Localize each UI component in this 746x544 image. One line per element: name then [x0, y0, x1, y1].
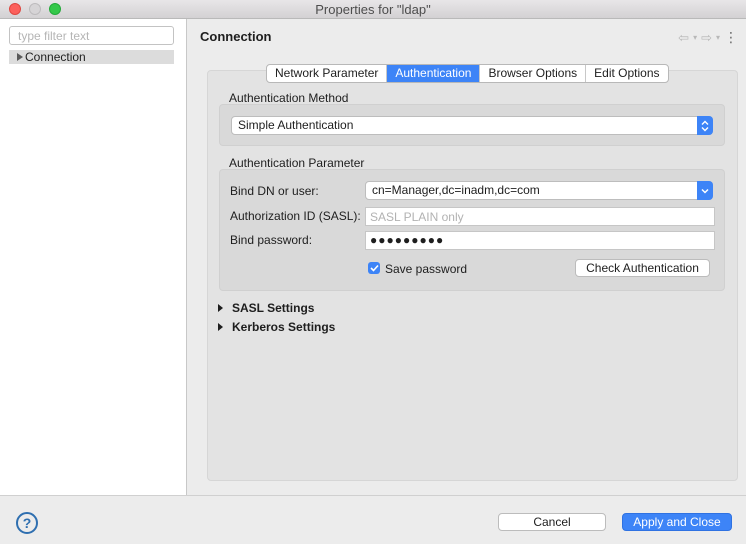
forward-arrow-icon[interactable]: ⇨ — [701, 30, 712, 46]
back-arrow-icon[interactable]: ⇦ — [678, 30, 689, 46]
title-bar: Properties for "ldap" — [0, 0, 746, 19]
save-password-label[interactable]: Save password — [385, 262, 467, 276]
tab-browser-options[interactable]: Browser Options — [480, 65, 587, 82]
preference-tree-pane: Connection — [0, 19, 187, 495]
authz-id-input[interactable] — [365, 207, 715, 226]
tab-edit-options[interactable]: Edit Options — [586, 65, 667, 82]
authz-id-label: Authorization ID (SASL): — [230, 209, 361, 223]
apply-and-close-button[interactable]: Apply and Close — [622, 513, 732, 531]
window-title: Properties for "ldap" — [315, 2, 431, 17]
auth-method-section-label: Authentication Method — [229, 91, 349, 105]
bind-dn-combo[interactable]: cn=Manager,dc=inadm,dc=com — [365, 181, 713, 200]
auth-method-select[interactable]: Simple Authentication — [231, 116, 713, 135]
tree-item-connection[interactable]: Connection — [9, 50, 174, 64]
sasl-settings-label: SASL Settings — [232, 301, 315, 315]
auth-method-group: Simple Authentication — [219, 104, 725, 146]
tree-expand-arrow-icon[interactable] — [17, 53, 23, 61]
password-masked-value: ●●●●●●●●● — [370, 233, 445, 247]
bind-password-input[interactable]: ●●●●●●●●● — [365, 231, 715, 250]
kerberos-settings-label: Kerberos Settings — [232, 320, 336, 334]
cancel-button[interactable]: Cancel — [498, 513, 606, 531]
sasl-settings-expander[interactable]: SASL Settings — [218, 301, 314, 315]
auth-param-section-label: Authentication Parameter — [229, 156, 365, 170]
view-menu-icon[interactable]: ⋮ — [724, 29, 738, 46]
kerberos-settings-expander[interactable]: Kerberos Settings — [218, 320, 335, 334]
expand-arrow-icon — [218, 304, 223, 312]
updown-chevron-icon[interactable] — [697, 116, 713, 135]
chevron-down-icon[interactable] — [697, 181, 713, 200]
check-authentication-button[interactable]: Check Authentication — [575, 259, 710, 277]
page-title: Connection — [200, 29, 272, 44]
checkmark-icon — [369, 264, 379, 272]
forward-dropdown-icon[interactable]: ▾ — [716, 33, 720, 42]
bind-dn-label: Bind DN or user: — [230, 184, 319, 198]
expand-arrow-icon — [218, 323, 223, 331]
auth-method-value: Simple Authentication — [238, 118, 354, 132]
dialog-button-bar: ? Cancel Apply and Close — [0, 495, 746, 544]
tree-item-label: Connection — [25, 50, 86, 64]
tab-network-parameter[interactable]: Network Parameter — [267, 65, 388, 82]
page-nav-toolbar: ⇦ ▾ ⇨ ▾ ⋮ — [678, 29, 738, 46]
filter-input[interactable] — [9, 26, 174, 45]
tab-authentication[interactable]: Authentication — [387, 65, 481, 82]
help-icon[interactable]: ? — [16, 512, 38, 534]
bind-password-label: Bind password: — [230, 233, 313, 247]
tab-bar: Network Parameter Authentication Browser… — [266, 64, 669, 83]
back-dropdown-icon[interactable]: ▾ — [693, 33, 697, 42]
bind-dn-value: cn=Manager,dc=inadm,dc=com — [372, 183, 540, 197]
save-password-checkbox[interactable] — [368, 262, 380, 274]
